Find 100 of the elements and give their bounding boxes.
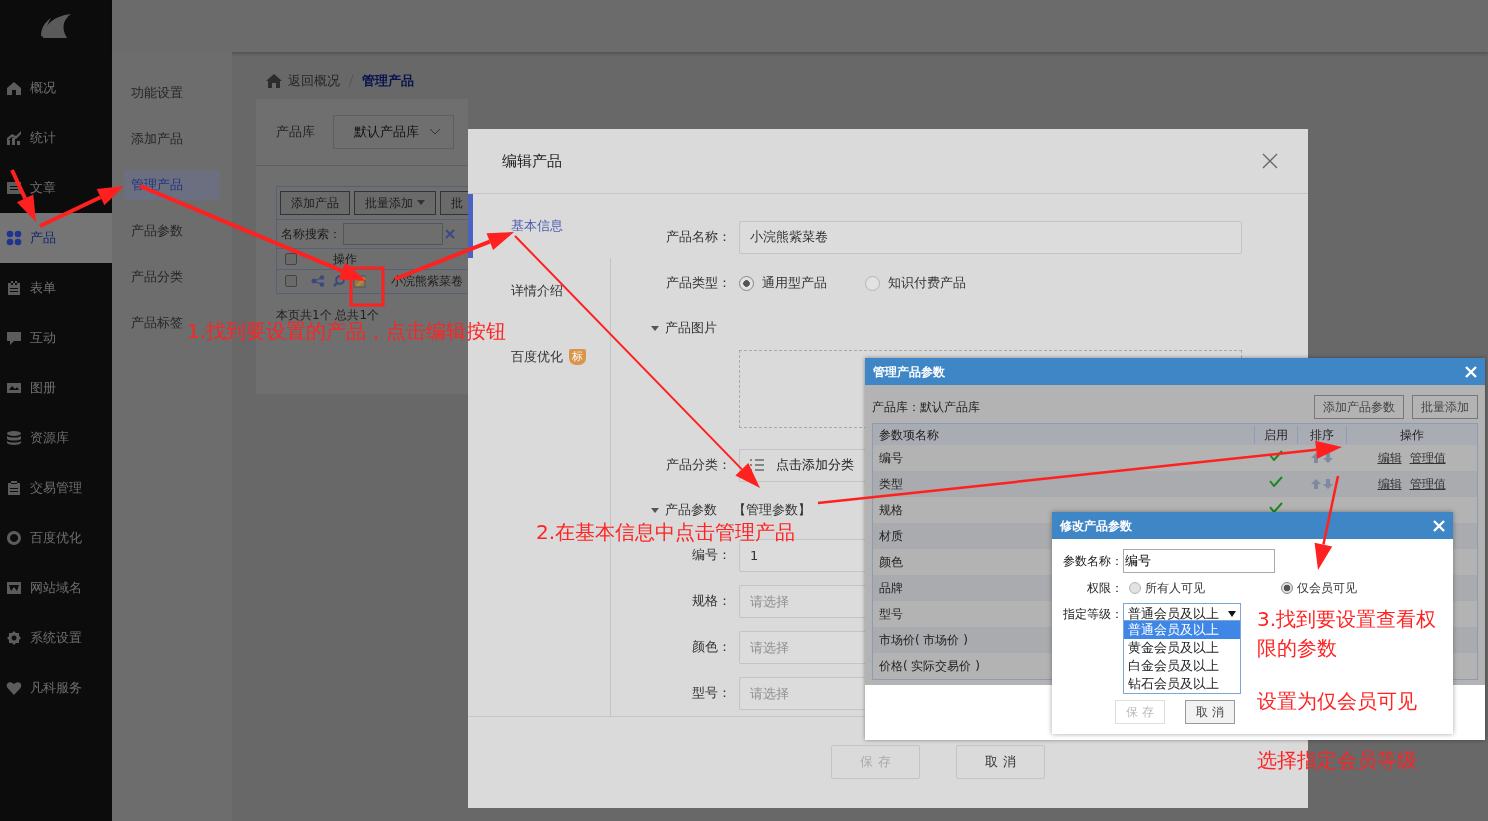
field-label: 指定等级： [1062,606,1123,623]
table-cell: 材质 [879,529,903,543]
badge-label: 标 [569,348,586,366]
sort-arrows-icon[interactable] [1310,479,1333,489]
radio-label[interactable]: 知识付费产品 [888,273,966,293]
toolbar-button[interactable]: 添加产品 [280,190,350,215]
breadcrumb-link[interactable]: 返回概况 [288,71,340,91]
column-header: 排序 [1310,426,1334,444]
toolbar-button[interactable]: 批 [440,190,468,215]
submenu-item[interactable]: 产品参数 [124,216,190,246]
checkbox[interactable] [285,275,297,287]
toolbar-button[interactable]: 批量添加 [354,190,436,215]
annotation-text: 设置为仅会员可见 [1257,690,1417,713]
logo-icon [39,12,73,40]
table-cell: 市场价( 市场价 ) [879,633,968,647]
section-title: 产品图片 [665,319,717,338]
radio-label[interactable]: 通用型产品 [762,273,827,293]
chart-icon [6,130,22,146]
submenu-item[interactable]: 功能设置 [124,78,190,108]
submenu-item[interactable]: 添加产品 [124,124,190,154]
column-header: 操作 [332,250,358,268]
dropdown-option[interactable]: 黄金会员及以上 [1124,639,1240,657]
sidebar-item[interactable]: 图册 [0,363,112,413]
submenu-item[interactable]: 产品分类 [124,262,190,292]
caret-icon [651,507,659,513]
radio-label[interactable]: 所有人可见 [1145,579,1205,597]
sidebar-item[interactable]: 文章 [0,163,112,213]
radio-button[interactable] [1129,582,1141,594]
close-icon[interactable] [1262,153,1278,169]
library-select[interactable]: 默认产品库 [333,115,454,149]
toolbar-button[interactable]: 批量添加 [1412,395,1478,419]
table-cell: 颜色 [879,555,903,569]
sidebar-item[interactable]: 统计 [0,113,112,163]
field-label: 产品类型： [665,274,731,293]
gear-icon [6,630,22,646]
radio-button[interactable] [1281,582,1293,594]
list-icon [750,459,764,471]
sidebar-item[interactable]: 互动 [0,313,112,363]
checkbox[interactable] [285,252,297,265]
column-header: 操作 [1400,426,1424,444]
search-field[interactable] [343,222,443,245]
share-icon[interactable] [311,275,325,287]
chat-icon [6,330,22,346]
tab[interactable]: 基本信息 [511,216,563,236]
table-cell: 型号 [879,607,903,621]
library-label: 产品库 [276,123,315,141]
highlight-box [349,266,385,307]
dialog-title: 修改产品参数 [1060,517,1132,535]
heart-icon [6,680,22,696]
action-link[interactable]: 管理值 [1409,449,1446,467]
dialog-title: 管理产品参数 [873,363,945,381]
clipboard-icon [6,280,22,296]
submenu-item[interactable]: 产品标签 [124,308,190,338]
toolbar-button[interactable]: 添加产品参数 [1314,395,1404,419]
sidebar-item[interactable]: 产品 [0,213,112,263]
sidebar-item[interactable]: 凡科服务 [0,663,112,713]
annotation-text: 2.在基本信息中点击管理产品 [536,521,796,544]
library-label: 产品库：默认产品库 [872,399,980,416]
search-label: 名称搜索： [281,225,341,243]
caret-icon [651,325,659,331]
cancel-button[interactable]: 取 消 [1185,700,1235,724]
dropdown-option[interactable]: 钻石会员及以上 [1124,675,1240,693]
ring-icon [6,530,22,546]
sidebar-item[interactable]: 百度优化 [0,513,112,563]
cancel-button[interactable]: 取 消 [956,745,1045,779]
dropdown-option[interactable]: 白金会员及以上 [1124,657,1240,675]
sidebar-item[interactable]: 表单 [0,263,112,313]
sidebar-item[interactable]: 概况 [0,63,112,113]
clear-icon[interactable] [445,228,455,239]
home-icon [6,80,22,96]
table-cell: 类型 [879,477,903,491]
table-cell: 价格( 实际交易价 ) [879,659,980,673]
search-icon[interactable] [333,275,345,287]
sidebar-item[interactable]: 交易管理 [0,463,112,513]
field-label: 产品名称： [665,228,731,247]
sidebar-item[interactable]: 资源库 [0,413,112,463]
radio-button[interactable] [739,275,754,291]
dropdown-option[interactable]: 普通会员及以上 [1124,621,1240,639]
action-link[interactable]: 管理值 [1409,475,1446,493]
manage-params-link[interactable]: 【管理参数】 [733,500,811,520]
input-field[interactable]: 小浣熊紫菜卷 [739,220,1242,254]
field-label: 颜色： [691,638,731,657]
table-cell: 编号 [879,451,903,465]
sort-arrows-icon[interactable] [1310,453,1333,463]
table-cell: 品牌 [879,581,903,595]
tab[interactable]: 详情介绍 [511,281,563,301]
radio-label[interactable]: 仅会员可见 [1297,579,1357,597]
section-title: 产品参数 [665,501,717,520]
input-field[interactable]: 编号 [1123,549,1275,573]
annotation-text: 3.找到要设置查看权限的参数 [1257,606,1438,662]
action-link[interactable]: 编辑 [1377,475,1402,493]
sidebar-item[interactable]: 系统设置 [0,613,112,663]
radio-button[interactable] [865,275,880,291]
tab[interactable]: 百度优化 标 [511,347,586,367]
w-icon [6,580,22,596]
field-label: 型号： [691,684,731,703]
sidebar-item[interactable]: 网站域名 [0,563,112,613]
image-icon [6,380,22,396]
breadcrumb-link[interactable]: 管理产品 [362,71,414,91]
action-link[interactable]: 编辑 [1377,449,1402,467]
